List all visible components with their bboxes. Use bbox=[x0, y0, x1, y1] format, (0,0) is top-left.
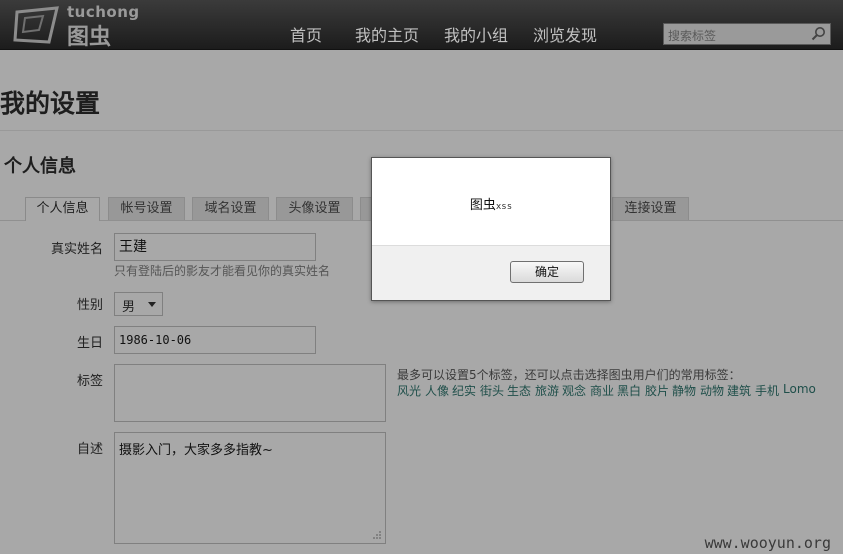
tag-link[interactable]: 街头 bbox=[480, 382, 504, 399]
logo-wordmark-chinese[interactable]: 图虫 bbox=[67, 19, 111, 51]
bio-textarea[interactable]: 摄影入门，大家多多指教~ bbox=[114, 432, 386, 544]
tab-personal-info[interactable]: 个人信息 bbox=[25, 197, 100, 221]
tags-textarea[interactable] bbox=[114, 364, 386, 422]
dialog-message: 图虫xss bbox=[372, 194, 610, 213]
ok-button[interactable]: 确定 bbox=[510, 261, 584, 283]
tags-label: 标签 bbox=[76, 374, 103, 389]
search-icon[interactable] bbox=[811, 26, 827, 42]
real-name-hint: 只有登陆后的影友才能看见你的真实姓名 bbox=[114, 264, 331, 278]
page-title: 我的设置 bbox=[0, 89, 101, 118]
gender-value: 男 bbox=[122, 300, 136, 315]
tab-domain-settings[interactable]: 域名设置 bbox=[192, 197, 269, 220]
search-placeholder: 搜索标签 bbox=[668, 29, 717, 43]
birthday-input[interactable]: 1986-10-06 bbox=[114, 326, 316, 354]
tag-link[interactable]: 商业 bbox=[590, 382, 614, 399]
real-name-label: 真实姓名 bbox=[50, 242, 103, 257]
tag-link[interactable]: 手机 bbox=[755, 382, 779, 399]
tag-link[interactable]: 黑白 bbox=[617, 382, 641, 399]
tags-hint: 最多可以设置5个标签，还可以点击选择图虫用户们的常用标签： bbox=[397, 368, 741, 382]
tab-connection-settings[interactable]: 连接设置 bbox=[612, 197, 689, 220]
nav-browse-discover[interactable]: 浏览发现 bbox=[533, 22, 597, 46]
gender-select[interactable]: 男 bbox=[114, 292, 163, 316]
bio-label: 自述 bbox=[76, 442, 103, 457]
gender-label: 性别 bbox=[76, 298, 103, 313]
tag-link[interactable]: 纪实 bbox=[452, 382, 476, 399]
nav-home[interactable]: 首页 bbox=[290, 22, 322, 46]
top-navigation-bar: tuchong 图虫 首页 我的主页 我的小组 浏览发现 搜索标签 bbox=[0, 0, 843, 50]
alert-dialog: 图虫xss 确定 bbox=[371, 157, 611, 301]
tab-avatar-settings[interactable]: 头像设置 bbox=[276, 197, 353, 220]
nav-my-homepage[interactable]: 我的主页 bbox=[355, 22, 419, 46]
resize-grip-icon[interactable] bbox=[372, 530, 382, 540]
tuchong-logo-icon[interactable] bbox=[13, 6, 63, 46]
tag-link[interactable]: 旅游 bbox=[535, 382, 559, 399]
tag-link[interactable]: 建筑 bbox=[727, 382, 751, 399]
watermark: www.wooyun.org bbox=[704, 534, 831, 552]
tag-link[interactable]: 风光 bbox=[397, 382, 421, 399]
tag-link[interactable]: 观念 bbox=[562, 382, 586, 399]
tag-link[interactable]: 动物 bbox=[700, 382, 724, 399]
tag-link[interactable]: 生态 bbox=[507, 382, 531, 399]
tag-link[interactable]: 静物 bbox=[672, 382, 696, 399]
dialog-message-small: xss bbox=[495, 202, 513, 212]
search-input[interactable]: 搜索标签 bbox=[663, 23, 831, 45]
real-name-input[interactable]: 王建 bbox=[114, 233, 316, 261]
divider bbox=[0, 130, 843, 131]
tag-link[interactable]: 胶片 bbox=[645, 382, 669, 399]
tab-account-settings[interactable]: 帐号设置 bbox=[108, 197, 185, 220]
tag-link[interactable]: 人像 bbox=[425, 382, 449, 399]
birthday-label: 生日 bbox=[76, 336, 103, 351]
bio-text: 摄影入门，大家多多指教~ bbox=[119, 443, 273, 458]
tag-link[interactable]: Lomo bbox=[783, 382, 816, 396]
section-title: 个人信息 bbox=[4, 156, 76, 177]
caret-down-icon bbox=[148, 302, 156, 307]
dialog-message-main: 图虫 bbox=[469, 198, 496, 213]
nav-my-groups[interactable]: 我的小组 bbox=[444, 22, 508, 46]
dialog-body: 图虫xss bbox=[372, 158, 610, 245]
dialog-footer: 确定 bbox=[372, 245, 610, 300]
